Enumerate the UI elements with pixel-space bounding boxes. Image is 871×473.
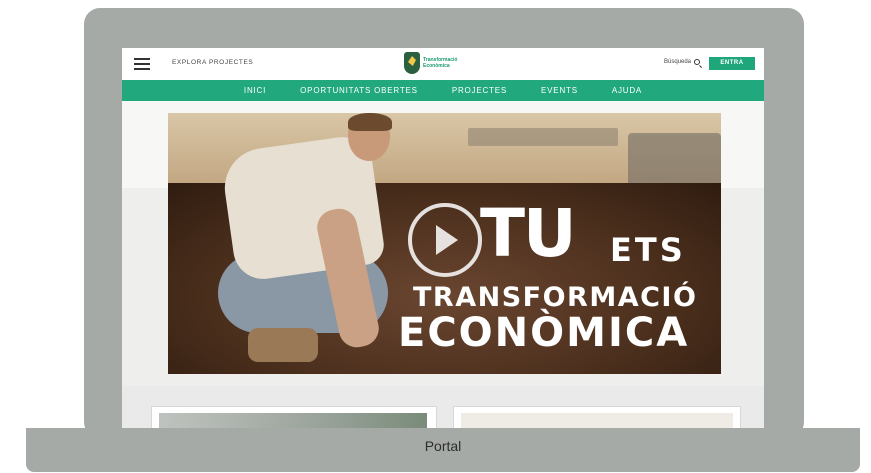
nav-item-oportunitats[interactable]: OPORTUNITATS OBERTES	[300, 86, 418, 95]
nav-item-inici[interactable]: INICI	[244, 86, 266, 95]
hero-farmer-figure	[188, 113, 428, 374]
explore-projects-link[interactable]: EXPLORA PROJECTES	[172, 59, 253, 66]
logo-text: Transformació Econòmica	[423, 57, 457, 69]
play-icon[interactable]	[408, 203, 482, 277]
slogan-economica: ECONÒMICA	[398, 310, 690, 356]
search-label: Búsqueda	[664, 59, 692, 65]
caption-label: Portal	[424, 438, 462, 454]
project-card[interactable]	[151, 406, 437, 429]
site-header: EXPLORA PROJECTES Transformació Econòmic…	[122, 48, 764, 80]
search-link[interactable]: Búsqueda	[664, 59, 701, 65]
nav-item-events[interactable]: EVENTS	[541, 86, 578, 95]
main-nav: INICI OPORTUNITATS OBERTES PROJECTES EVE…	[122, 80, 764, 101]
project-card-image	[461, 413, 733, 429]
menu-icon[interactable]	[134, 58, 150, 70]
slogan-ets: ETS	[610, 231, 686, 269]
project-card[interactable]	[453, 406, 741, 429]
slogan-transformacio: TRANSFORMACIÓ	[413, 282, 698, 313]
website-screen: EXPLORA PROJECTES Transformació Econòmic…	[122, 48, 764, 429]
nav-item-ajuda[interactable]: AJUDA	[612, 86, 642, 95]
login-button[interactable]: ENTRA	[709, 57, 755, 70]
hero-bench	[468, 128, 618, 146]
search-icon	[694, 59, 701, 65]
site-logo[interactable]: Transformació Econòmica	[404, 52, 457, 74]
nav-item-projectes[interactable]: PROJECTES	[452, 86, 507, 95]
hero-video[interactable]: TU ETS TRANSFORMACIÓ ECONÒMICA	[168, 113, 721, 374]
project-card-image	[159, 413, 427, 429]
logo-text-line2: Econòmica	[423, 63, 450, 69]
slogan-tu: TU	[480, 195, 577, 272]
laptop-base: Portal	[26, 428, 860, 472]
logo-mark-icon	[404, 52, 420, 74]
